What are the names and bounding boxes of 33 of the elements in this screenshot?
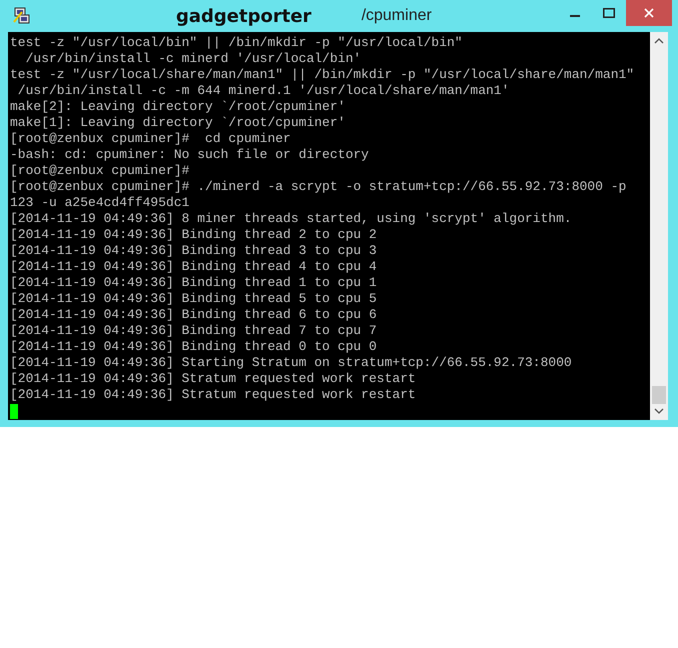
terminal-line: [2014-11-19 04:49:36] Stratum requested work restart	[10, 387, 417, 403]
terminal-line: test -z "/usr/local/share/man/man1" || /bin/mkdir -p "/usr/local/share/man/man1"	[10, 67, 636, 83]
minimize-icon	[570, 15, 580, 17]
terminal-line: [root@zenbux cpuminer]# cd cpuminer	[10, 131, 292, 147]
terminal-line: [2014-11-19 04:49:36] Binding thread 7 to cpu 7	[10, 323, 378, 339]
terminal-line: /usr/bin/install -c -m 644 minerd.1 '/usr/local/share/man/man1'	[16, 83, 510, 99]
computers-icon	[12, 6, 32, 26]
terminal-line: /usr/bin/install -c minerd '/usr/local/bin'	[24, 51, 362, 67]
terminal-line: 123 -u a25e4cd4ff495dc1	[10, 195, 190, 211]
terminal-line: [2014-11-19 04:49:36] Starting Stratum on stratum+tcp://66.55.92.73:8000	[10, 355, 573, 371]
close-button[interactable]	[626, 0, 672, 26]
terminal-line: [2014-11-19 04:49:36] Binding thread 2 to cpu 2	[10, 227, 378, 243]
terminal-line: [2014-11-19 04:49:36] Binding thread 5 to cpu 5	[10, 291, 378, 307]
terminal-line: [root@zenbux cpuminer]#	[10, 163, 190, 179]
terminal-line: [2014-11-19 04:49:36] 8 miner threads started, using 'scrypt' algorithm.	[10, 211, 573, 227]
terminal-line: [2014-11-19 04:49:36] Binding thread 1 to cpu 1	[10, 275, 378, 291]
terminal-line: [2014-11-19 04:49:36] Binding thread 4 to cpu 4	[10, 259, 378, 275]
window-title: gadgetporter	[176, 6, 312, 26]
terminal-line: test -z "/usr/local/bin" || /bin/mkdir -p "/usr/local/bin"	[10, 35, 464, 51]
window-path: /cpuminer	[361, 7, 432, 25]
terminal-line: [2014-11-19 04:49:36] Binding thread 0 to cpu 0	[10, 339, 378, 355]
terminal-line: [2014-11-19 04:49:36] Stratum requested work restart	[10, 371, 417, 387]
terminal-line: -bash: cd: cpuminer: No such file or directory	[10, 147, 370, 163]
close-icon	[644, 8, 654, 18]
terminal-line: [2014-11-19 04:49:36] Binding thread 6 to cpu 6	[10, 307, 378, 323]
scrollbar[interactable]	[650, 32, 668, 420]
terminal-line: make[2]: Leaving directory `/root/cpuminer'	[10, 99, 346, 115]
terminal-line: [2014-11-19 04:49:36] Binding thread 3 to cpu 3	[10, 243, 378, 259]
terminal-line: make[1]: Leaving directory `/root/cpuminer'	[10, 115, 346, 131]
maximize-icon	[603, 8, 615, 18]
scrollbar-thumb[interactable]	[652, 386, 666, 404]
terminal-line: [root@zenbux cpuminer]# ./minerd -a scrypt -o stratum+tcp://66.55.92.73:8000 -p	[10, 179, 628, 195]
cursor-icon	[10, 404, 18, 419]
